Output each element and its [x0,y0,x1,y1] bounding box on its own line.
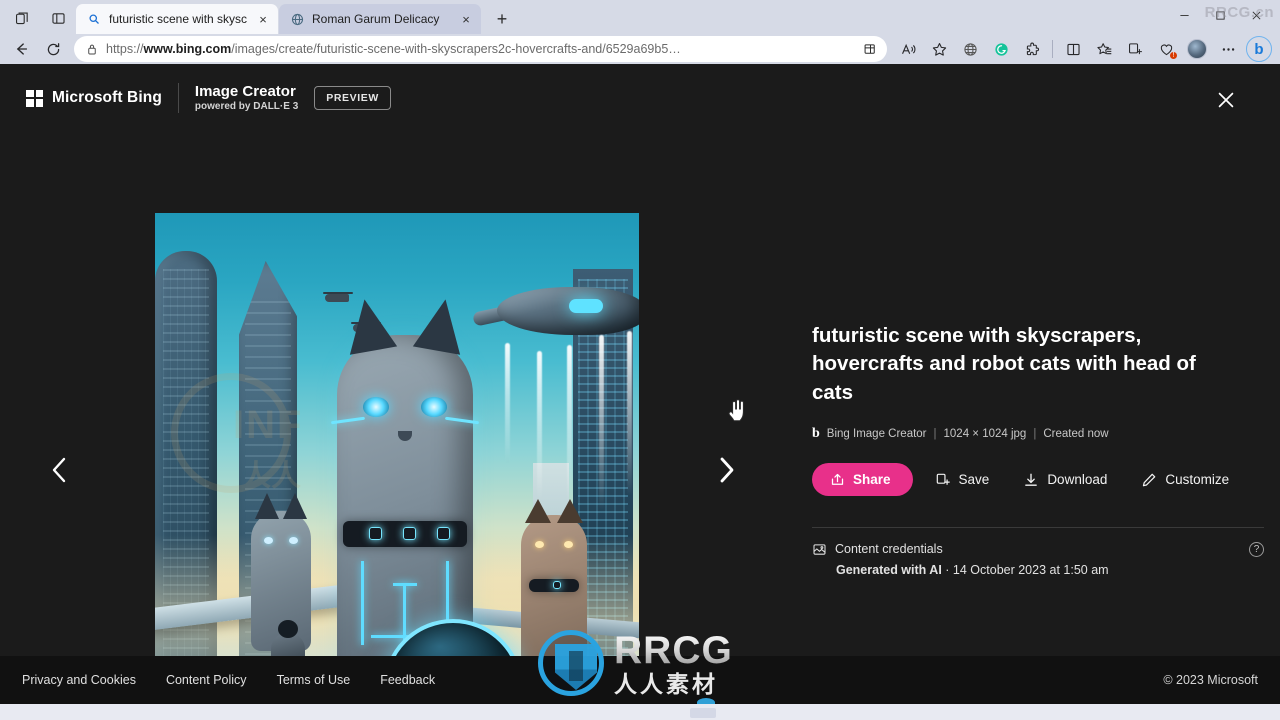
footer-link-feedback[interactable]: Feedback [380,673,435,687]
content-credentials-heading-row: Content credentials [812,542,1264,557]
share-label: Share [853,472,891,488]
navigation-toolbar: https://www.bing.com/images/create/futur… [0,34,1280,64]
bing-copilot-icon[interactable]: b [1244,35,1274,63]
tab-close-icon[interactable]: × [254,10,272,28]
next-image-button[interactable] [706,450,746,490]
image-created-time: Created now [1043,427,1109,440]
taskbar-item[interactable] [690,708,716,718]
content-credentials-icon [812,542,827,557]
notification-badge: ! [1169,51,1178,60]
lock-icon [86,43,98,56]
save-icon [935,472,951,488]
minimize-button[interactable] [1166,1,1202,29]
generated-with-ai-label: Generated with AI [836,562,942,577]
footer-copyright: © 2023 Microsoft [1163,673,1258,687]
tab-1[interactable]: Roman Garum Delicacy × [279,4,481,34]
customize-pen-icon [1141,472,1157,488]
footer-links: Privacy and Cookies Content Policy Terms… [22,673,435,687]
preview-badge: PREVIEW [314,86,391,110]
previous-image-button[interactable] [40,450,80,490]
new-tab-button[interactable]: + [488,5,516,33]
site-icon [289,11,305,27]
favorite-star-icon[interactable] [924,35,954,63]
avatar [1187,39,1207,59]
artwork-hovercraft [472,281,639,355]
rrcg-small-watermark: RRCG.cn [1204,4,1274,21]
image-dimensions: 1024 × 1024 jpg [943,427,1027,440]
download-icon [1023,472,1039,488]
footer-link-terms[interactable]: Terms of Use [277,673,351,687]
content-credentials-detail: Generated with AI · 14 October 2023 at 1… [836,563,1264,577]
close-overlay-button[interactable] [1212,86,1240,114]
share-button[interactable]: Share [812,463,913,497]
read-aloud-icon[interactable] [893,35,923,63]
generated-timestamp: · 14 October 2023 at 1:50 am [941,562,1109,577]
product-subtitle: powered by DALL·E 3 [194,100,299,112]
image-actions: Share Save Download Customize [812,463,1252,497]
content-credentials: Content credentials Generated with AI · … [812,526,1264,577]
mouse-cursor [726,398,748,424]
favorites-list-icon[interactable] [1089,35,1119,63]
download-label: Download [1047,472,1108,488]
rrcg-watermark-text: RRCG [614,628,733,672]
collections-icon[interactable] [1120,35,1150,63]
content-credentials-label: Content credentials [835,542,943,557]
microsoft-squares-icon [26,89,43,107]
vertical-tabs-icon[interactable] [40,2,76,34]
refresh-icon[interactable] [38,35,68,63]
split-screen-icon[interactable] [1058,35,1088,63]
tab-title: Roman Garum Delicacy [312,12,440,26]
image-stage: INF 人人 futuristic scene with skyscrapers… [0,132,1280,720]
rrcg-watermark: RRCG 人人素材 [538,626,744,700]
meta-separator: | [1033,427,1037,440]
grammarly-icon[interactable] [986,35,1016,63]
save-button[interactable]: Save [923,463,1002,497]
toolbar-right: ! b [893,35,1274,63]
bing-b-icon: b [812,425,820,441]
tab-strip: futuristic scene with skyscrapers, × Rom… [0,0,1280,34]
tab-actions-icon[interactable] [4,2,40,34]
product-title: Image Creator [194,83,296,100]
tab-0[interactable]: futuristic scene with skyscrapers, × [76,4,278,34]
url-text: https://www.bing.com/images/create/futur… [106,42,681,56]
globe-icon[interactable] [955,35,985,63]
footer-link-content-policy[interactable]: Content Policy [166,673,247,687]
customize-button[interactable]: Customize [1129,463,1241,497]
microsoft-bing-logo[interactable]: Microsoft Bing [26,89,162,107]
extensions-icon[interactable] [1017,35,1047,63]
brand-label: Microsoft Bing [52,89,162,106]
split-screen-icon[interactable] [857,37,883,61]
settings-more-icon[interactable] [1213,35,1243,63]
meta-separator: | [933,427,937,440]
browser-chrome: futuristic scene with skyscrapers, × Rom… [0,0,1280,64]
artwork-embedded-watermark: INF 人人 [171,363,391,553]
image-creator-overlay: Microsoft Bing Image Creator powered by … [0,64,1280,720]
address-bar[interactable]: https://www.bing.com/images/create/futur… [74,36,887,62]
health-icon[interactable]: ! [1151,35,1181,63]
product-name: Image Creator powered by DALL·E 3 [194,83,299,112]
header-divider [177,83,179,113]
footer-link-privacy[interactable]: Privacy and Cookies [22,673,136,687]
content-credentials-help-icon[interactable]: ? [1249,541,1264,557]
toolbar-divider [1052,40,1053,58]
bing-glyph: b [1246,36,1272,62]
tab-close-icon[interactable]: × [457,10,475,28]
image-metadata: b Bing Image Creator | 1024 × 1024 jpg |… [812,425,1252,441]
customize-label: Customize [1165,472,1230,488]
taskbar-strip [0,704,1280,720]
back-icon[interactable] [6,35,36,63]
save-label: Save [958,472,990,488]
browser-window: futuristic scene with skyscrapers, × Rom… [0,0,1280,720]
share-icon [830,472,845,487]
image-detail-panel: futuristic scene with skyscrapers, hover… [812,322,1264,577]
search-icon [86,11,102,27]
image-prompt-title: futuristic scene with skyscrapers, hover… [812,324,1196,404]
rrcg-watermark-subtext: 人人素材 [614,670,718,697]
tab-title: futuristic scene with skyscrapers, [109,12,247,26]
image-source: Bing Image Creator [826,427,927,440]
download-button[interactable]: Download [1011,463,1119,497]
image-creator-header: Microsoft Bing Image Creator powered by … [0,64,1280,132]
profile-avatar[interactable] [1182,35,1212,63]
rrcg-logo-icon [538,630,604,696]
